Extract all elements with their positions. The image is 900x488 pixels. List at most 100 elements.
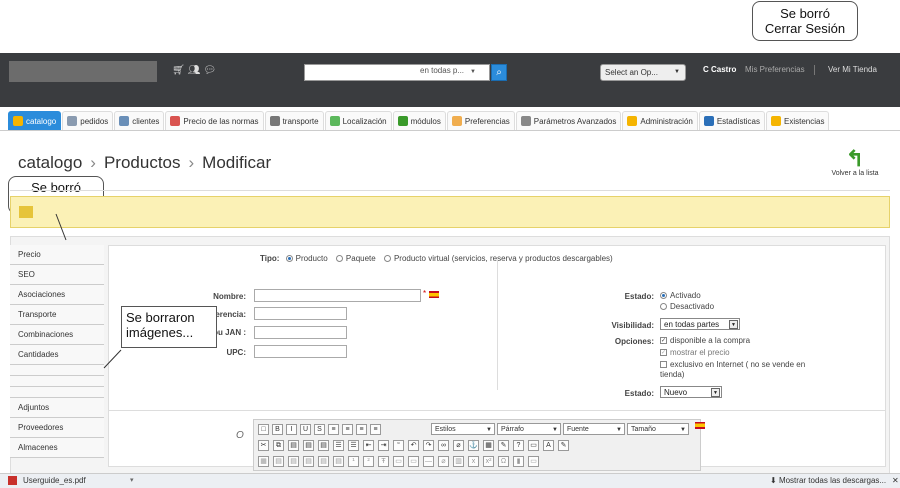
- shop-select[interactable]: Select an Op... ▼: [600, 64, 686, 81]
- align-left-icon[interactable]: ≡: [328, 424, 339, 435]
- ean-input[interactable]: [254, 326, 347, 339]
- breadcrumb-catalogo[interactable]: catalogo: [18, 153, 82, 172]
- align-right-icon[interactable]: ≡: [356, 424, 367, 435]
- menu-item-existencias[interactable]: Existencias: [765, 111, 830, 130]
- tipo-producto[interactable]: Producto: [285, 254, 328, 263]
- radio-icon[interactable]: [285, 255, 293, 263]
- editor-tool-icon[interactable]: Ω: [498, 456, 509, 467]
- sidebar-item-proveedores[interactable]: Proveedores: [10, 418, 104, 438]
- referencia-input[interactable]: [254, 307, 347, 320]
- customers-icon[interactable]: 👥︎: [188, 65, 204, 76]
- align-center-icon[interactable]: ≡: [342, 424, 353, 435]
- menu-item-módulos[interactable]: módulos: [392, 111, 446, 130]
- editor-tool-icon[interactable]: ▤: [288, 456, 299, 467]
- upc-input[interactable]: [254, 345, 347, 358]
- flag-es-icon[interactable]: [695, 422, 705, 429]
- paragraph-select[interactable]: Párrafo ▼: [497, 423, 561, 435]
- menu-item-estadísticas[interactable]: Estadísticas: [698, 111, 765, 130]
- editor-tool-icon[interactable]: “: [393, 440, 404, 451]
- sidebar-item-asociaciones[interactable]: Asociaciones: [10, 285, 104, 305]
- editor-tool-icon[interactable]: ▭: [528, 440, 539, 451]
- editor-tool-icon[interactable]: ▤: [318, 440, 329, 451]
- editor-tool-icon[interactable]: ⧉: [273, 440, 284, 451]
- menu-item-parámetros-avanzados[interactable]: Parámetros Avanzados: [515, 111, 622, 130]
- checkbox-icon[interactable]: [660, 361, 667, 369]
- my-preferences-link[interactable]: Mis Preferencias: [745, 65, 805, 74]
- sidebar-item-combinaciones[interactable]: Combinaciones: [10, 325, 104, 345]
- radio-icon[interactable]: [660, 292, 667, 300]
- chevron-down-icon[interactable]: ▾: [130, 476, 134, 484]
- size-select[interactable]: Tamaño ▼: [627, 423, 689, 435]
- sidebar-item-almacenes[interactable]: Almacenes: [10, 438, 104, 458]
- editor-tool-icon[interactable]: ▤: [273, 456, 284, 467]
- sidebar-item-adjuntos[interactable]: Adjuntos: [10, 398, 104, 418]
- italic-icon[interactable]: I: [286, 424, 297, 435]
- flag-es-icon[interactable]: [429, 291, 439, 298]
- sidebar-item-seo[interactable]: SEO: [10, 265, 104, 285]
- rich-text-editor[interactable]: Estilos ▼ Párrafo ▼ Fuente ▼ Tamaño ▼ □ B I U S ≡…: [253, 419, 705, 471]
- option-exclusivo[interactable]: exclusivo en Internet ( no se vende en ti…: [660, 360, 830, 380]
- editor-tool-icon[interactable]: ▤: [318, 456, 329, 467]
- editor-tool-icon[interactable]: ✎: [558, 440, 569, 451]
- estado-activado[interactable]: Activado: [660, 291, 701, 300]
- editor-tool-icon[interactable]: A: [543, 440, 554, 451]
- editor-tool-icon[interactable]: ▤: [288, 440, 299, 451]
- editor-tool-icon[interactable]: ▮: [513, 456, 524, 467]
- quick-icons[interactable]: 🛒︎👥︎💬︎: [172, 65, 219, 76]
- visibilidad-select[interactable]: en todas partes ▼: [660, 318, 740, 330]
- editor-tool-icon[interactable]: ⌀: [453, 440, 464, 451]
- editor-tool-icon[interactable]: ?: [513, 440, 524, 451]
- menu-item-localización[interactable]: Localización: [324, 111, 392, 130]
- option-mostrar-precio[interactable]: ✓ mostrar el precio: [660, 348, 730, 357]
- font-select[interactable]: Fuente ▼: [563, 423, 625, 435]
- editor-tool-icon[interactable]: Ŧ: [378, 456, 389, 467]
- view-shop-link[interactable]: Ver Mi Tienda: [828, 65, 877, 74]
- editor-tool-icon[interactable]: ↶: [408, 440, 419, 451]
- editor-tool-icon[interactable]: ▥: [453, 456, 464, 467]
- menu-item-transporte[interactable]: transporte: [264, 111, 324, 130]
- sidebar-item-transporte[interactable]: Transporte: [10, 305, 104, 325]
- editor-tool-icon[interactable]: ⚓: [468, 440, 479, 451]
- tipo-paquete[interactable]: Paquete: [335, 254, 376, 263]
- bold-icon[interactable]: B: [272, 424, 283, 435]
- editor-tool-icon[interactable]: ▭: [393, 456, 404, 467]
- download-item[interactable]: Userguide_es.pdf: [8, 476, 86, 486]
- editor-tool-icon[interactable]: ↷: [423, 440, 434, 451]
- editor-tool-icon[interactable]: ▤: [333, 456, 344, 467]
- editor-tool-icon[interactable]: ²: [363, 456, 374, 467]
- estado-desactivado[interactable]: Desactivado: [660, 302, 714, 311]
- menu-item-catalogo[interactable]: catalogo: [8, 111, 62, 130]
- editor-tool-icon[interactable]: —: [423, 456, 434, 467]
- editor-tool-icon[interactable]: ▤: [303, 456, 314, 467]
- option-disponible[interactable]: ✓ disponible a la compra: [660, 336, 750, 345]
- nombre-input[interactable]: [254, 289, 421, 302]
- editor-tool-icon[interactable]: ▦: [483, 440, 494, 451]
- checkbox-icon[interactable]: ✓: [660, 349, 667, 357]
- menu-item-preferencias[interactable]: Preferencias: [446, 111, 515, 130]
- styles-select[interactable]: Estilos ▼: [431, 423, 495, 435]
- cart-icon[interactable]: 🛒︎: [172, 65, 188, 76]
- editor-tool-icon[interactable]: ⌀: [438, 456, 449, 467]
- checkbox-icon[interactable]: ✓: [660, 337, 667, 345]
- radio-icon[interactable]: [335, 255, 343, 263]
- editor-tool-icon[interactable]: ▦: [258, 456, 269, 467]
- underline-icon[interactable]: U: [300, 424, 311, 435]
- editor-tool-icon[interactable]: ✂: [258, 440, 269, 451]
- sidebar-item-cantidades[interactable]: Cantidades: [10, 345, 104, 365]
- search-button[interactable]: ⌕: [491, 64, 507, 81]
- editor-tool-icon[interactable]: ☰: [333, 440, 344, 451]
- tipo-virtual[interactable]: Producto virtual (servicios, reserva y p…: [383, 254, 613, 263]
- messages-icon[interactable]: 💬︎: [203, 65, 219, 76]
- editor-tool-icon[interactable]: ∞: [438, 440, 449, 451]
- editor-tool-icon[interactable]: ✎: [498, 440, 509, 451]
- menu-item-pedidos[interactable]: pedidos: [62, 111, 114, 130]
- editor-tool-icon[interactable]: x²: [483, 456, 494, 467]
- menu-item-precio-de-las-normas[interactable]: Precio de las normas: [165, 111, 264, 130]
- radio-icon[interactable]: [660, 303, 667, 311]
- editor-tool-icon[interactable]: x: [468, 456, 479, 467]
- close-icon[interactable]: ✕: [892, 476, 899, 485]
- back-to-list-button[interactable]: ↰ Volver a la lista: [825, 148, 885, 178]
- search-scope-select[interactable]: en todas p... ▼: [420, 66, 476, 75]
- editor-tool-icon[interactable]: ▤: [303, 440, 314, 451]
- condition-select[interactable]: Nuevo ▼: [660, 386, 722, 398]
